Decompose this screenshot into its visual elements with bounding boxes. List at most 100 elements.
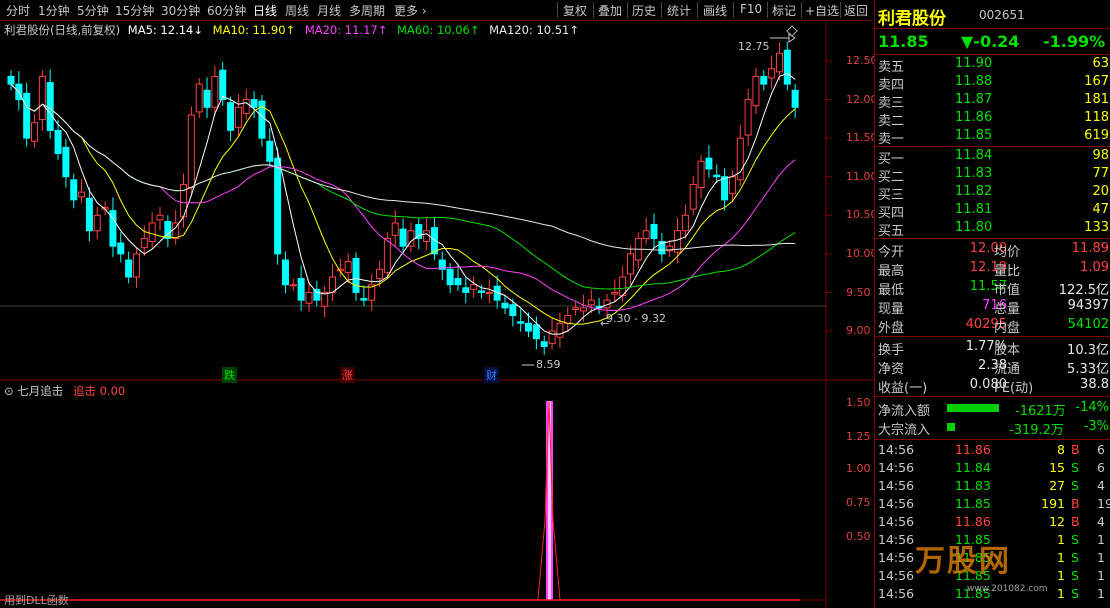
book-label: 买二	[878, 170, 905, 185]
event-marker-fall[interactable]: 跌	[222, 367, 237, 383]
candle-body	[783, 49, 791, 85]
y-tick: 9.00	[846, 324, 871, 337]
candle-body	[454, 278, 462, 286]
back-button[interactable]: 返回	[844, 2, 868, 19]
candle-body	[587, 299, 595, 306]
candle-body	[242, 99, 250, 114]
quote-row: 换手 1.77% 股本 10.3亿	[878, 339, 1109, 358]
ask-row[interactable]: 卖四 11.88 167	[875, 74, 1110, 93]
candle-body	[572, 307, 580, 310]
ask-row[interactable]: 卖一 11.85 619	[875, 128, 1110, 147]
book-volume: 47	[1092, 202, 1109, 217]
bid-row[interactable]: 买一 11.84 98	[875, 148, 1110, 167]
divider	[733, 2, 734, 18]
book-price: 11.84	[955, 148, 993, 163]
ind-y-tick: 0.75	[846, 496, 871, 509]
candle-body	[336, 268, 344, 272]
candle-body	[125, 259, 133, 278]
candle-body	[728, 176, 736, 195]
history-button[interactable]: 历史	[632, 2, 656, 19]
book-volume: 133	[1084, 220, 1109, 235]
ask-row[interactable]: 卖二 11.86 118	[875, 110, 1110, 129]
candle-body	[642, 230, 650, 239]
draw-button[interactable]: 画线	[703, 2, 727, 19]
tab-more[interactable]: 更多 ›	[394, 2, 427, 19]
low-annotation: 8.59	[536, 358, 561, 371]
indicator-title: 七月追击	[17, 384, 64, 398]
tab-30min[interactable]: 30分钟	[161, 2, 200, 19]
quote-row: 今开 12.00 均价 11.89	[878, 241, 1109, 260]
tab-5min[interactable]: 5分钟	[77, 2, 109, 19]
tab-monthly[interactable]: 月线	[317, 2, 341, 19]
y-tick: 12.00	[846, 93, 878, 106]
bid-row[interactable]: 买三 11.82 20	[875, 184, 1110, 203]
f10-button[interactable]: F10	[740, 2, 762, 16]
book-price: 11.86	[955, 110, 993, 125]
book-label: 买三	[878, 188, 905, 203]
candle-body	[93, 214, 101, 232]
candle-body	[203, 89, 211, 108]
quote-row: 最低 11.57 市值 122.5亿	[878, 279, 1109, 298]
candle-body	[281, 259, 289, 286]
candle-body	[321, 291, 329, 307]
candle-body	[31, 122, 39, 142]
adjust-button[interactable]: 复权	[563, 2, 587, 19]
block-inflow-bar	[947, 423, 955, 431]
candle-body	[85, 197, 93, 232]
candle-body	[70, 179, 78, 201]
tab-weekly[interactable]: 周线	[285, 2, 309, 19]
candle-body	[117, 242, 125, 255]
book-volume: 98	[1092, 148, 1109, 163]
bid-row[interactable]: 买二 11.83 77	[875, 166, 1110, 185]
candle-body	[689, 183, 697, 210]
candle-body	[360, 298, 368, 301]
divider	[661, 2, 662, 18]
candle-body	[195, 83, 203, 113]
tick-row: 14:56 11.85 191 B 19	[878, 496, 1110, 511]
ind-y-tick: 0.50	[846, 530, 871, 543]
candle-body	[791, 89, 799, 108]
stats-button[interactable]: 统计	[667, 2, 691, 19]
tab-daily[interactable]: 日线	[253, 2, 277, 19]
book-label: 卖二	[878, 114, 905, 129]
mark-button[interactable]: 标记	[772, 2, 796, 19]
ask-row[interactable]: 卖三 11.87 181	[875, 92, 1110, 111]
candle-body	[752, 75, 760, 107]
add-watchlist-button[interactable]: +自选	[805, 2, 839, 19]
book-volume: 619	[1084, 128, 1109, 143]
book-price: 11.85	[955, 128, 993, 143]
y-tick: 12.50	[846, 54, 878, 67]
candle-body	[721, 176, 729, 201]
book-price: 11.82	[955, 184, 993, 199]
tab-1min[interactable]: 1分钟	[38, 2, 70, 19]
event-marker-rise[interactable]: 涨	[340, 367, 355, 383]
overlay-button[interactable]: 叠加	[598, 2, 622, 19]
kline-chart[interactable]	[0, 20, 873, 608]
candle-body	[556, 322, 564, 338]
candle-body	[611, 291, 619, 295]
tab-60min[interactable]: 60分钟	[207, 2, 246, 19]
tab-intraday[interactable]: 分时	[6, 2, 30, 19]
watermark-url: www.201082.com	[967, 584, 1048, 594]
y-tick: 11.50	[846, 131, 878, 144]
candle-body	[274, 157, 282, 255]
divider	[593, 2, 594, 18]
ask-row[interactable]: 卖五 11.90 63	[875, 56, 1110, 75]
tab-15min[interactable]: 15分钟	[115, 2, 154, 19]
divider	[801, 2, 802, 18]
book-label: 卖三	[878, 96, 905, 111]
block-inflow-row: 大宗流入 -319.2万 -3%	[878, 419, 1109, 438]
candle-body	[313, 288, 321, 301]
bid-row[interactable]: 买四 11.81 47	[875, 202, 1110, 221]
event-marker-finance[interactable]: 财	[484, 367, 499, 383]
candle-body	[23, 92, 31, 139]
book-volume: 118	[1084, 110, 1109, 125]
chevron-down-icon[interactable]: ⊙	[4, 384, 14, 398]
tick-row: 14:56 11.86 12 B 4	[878, 514, 1105, 529]
candle-body	[760, 75, 768, 85]
candle-body	[62, 146, 70, 178]
tab-multi-period[interactable]: 多周期	[349, 2, 385, 19]
bid-row[interactable]: 买五 11.80 133	[875, 220, 1110, 239]
candle-body	[462, 287, 470, 293]
stock-name: 利君股份	[878, 9, 946, 29]
